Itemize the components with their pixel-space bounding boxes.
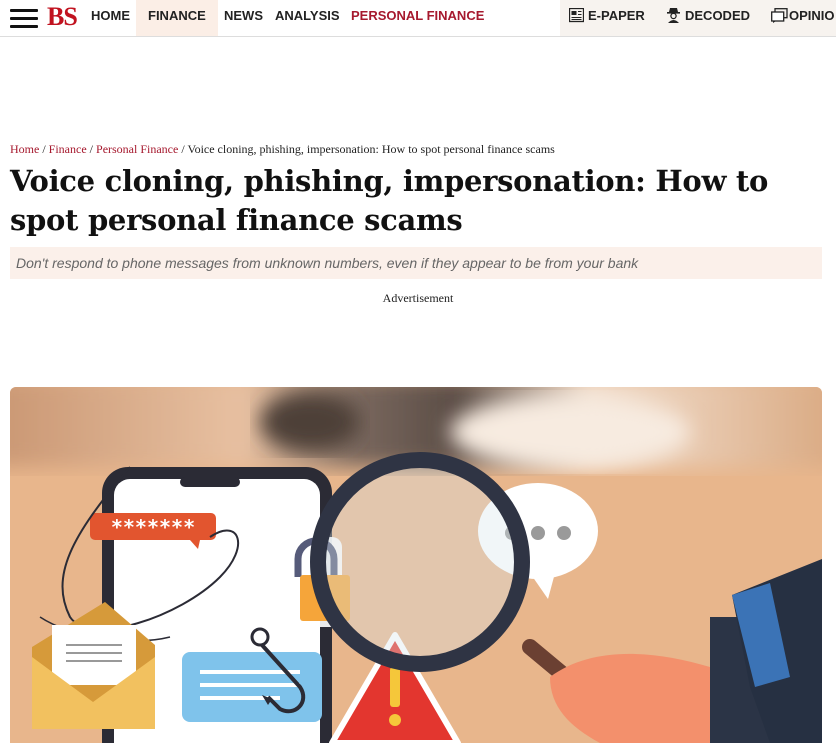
nav-finance[interactable]: FINANCE <box>136 0 218 36</box>
hero-image: ******* <box>10 387 822 743</box>
hamburger-menu-icon[interactable] <box>10 6 38 30</box>
opinion-label: OPINIO <box>789 8 835 23</box>
site-logo[interactable]: BS <box>47 2 78 32</box>
nav-personal-finance[interactable]: PERSONAL FINANCE <box>341 0 494 36</box>
opinion-icon <box>771 3 788 35</box>
article-subtitle: Don't respond to phone messages from unk… <box>10 247 822 279</box>
nav-analysis[interactable]: ANALYSIS <box>265 0 350 36</box>
breadcrumb-separator: / <box>39 142 49 156</box>
e-paper-link[interactable]: E-PAPER <box>568 0 645 36</box>
article-title: Voice cloning, phishing, impersonation: … <box>10 164 769 237</box>
breadcrumb-finance[interactable]: Finance <box>49 142 87 156</box>
e-paper-label: E-PAPER <box>588 8 645 23</box>
breadcrumb-home[interactable]: Home <box>10 142 39 156</box>
breadcrumb: Home / Finance / Personal Finance / Voic… <box>10 142 555 157</box>
top-navigation-bar: BS HOME FINANCE NEWS ANALYSIS PERSONAL F… <box>0 0 836 37</box>
advertisement-label: Advertisement <box>382 291 454 305</box>
opinion-link[interactable]: OPINIO <box>771 0 835 36</box>
breadcrumb-current: Voice cloning, phishing, impersonation: … <box>187 142 555 156</box>
decoded-link[interactable]: DECODED <box>666 0 750 36</box>
breadcrumb-separator: / <box>86 142 97 156</box>
decoded-label: DECODED <box>685 8 751 23</box>
detective-icon <box>666 3 681 35</box>
breadcrumb-personal-finance[interactable]: Personal Finance <box>96 142 178 156</box>
nav-home[interactable]: HOME <box>81 0 140 36</box>
password-text: ******* <box>111 515 195 539</box>
newspaper-icon <box>568 3 585 35</box>
